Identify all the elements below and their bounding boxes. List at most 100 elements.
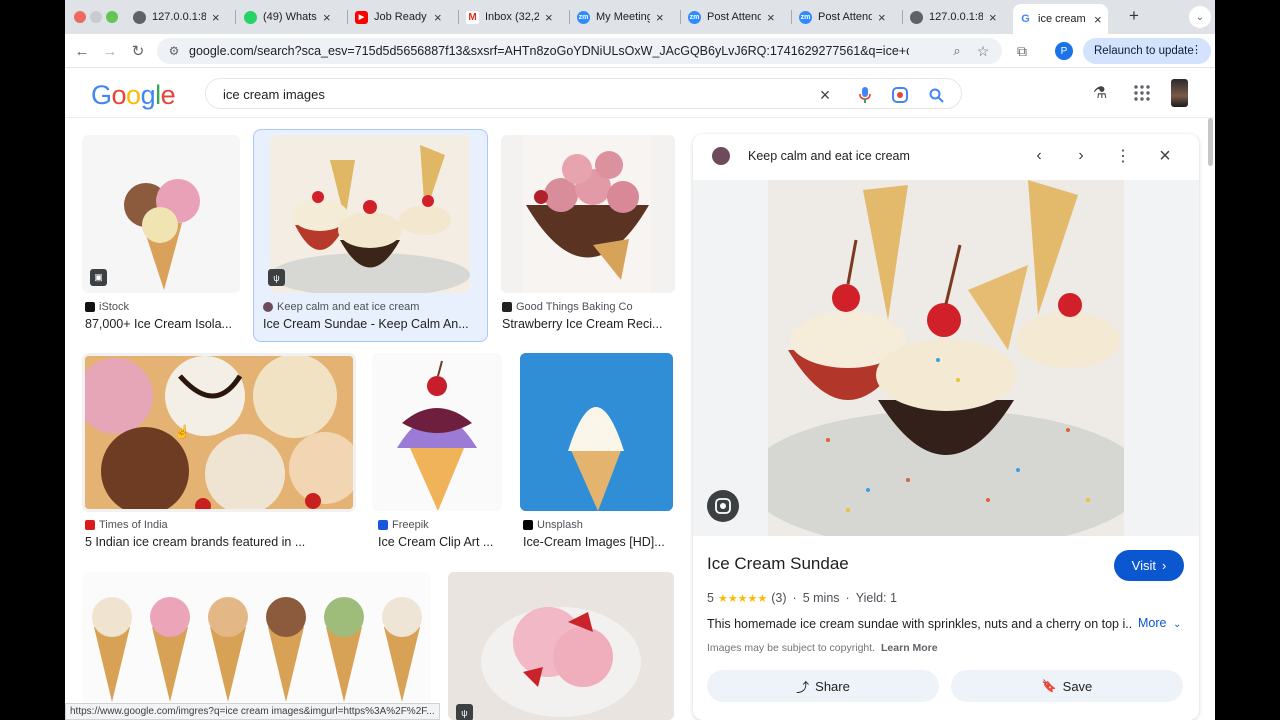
- recipe-fork-icon: ψ: [268, 269, 285, 286]
- lens-search-icon[interactable]: [707, 490, 739, 522]
- browser-tab[interactable]: M Inbox (32,2 ×: [460, 4, 559, 30]
- preview-image: [768, 180, 1124, 536]
- forward-arrow-icon[interactable]: →: [99, 40, 121, 62]
- close-tab-icon[interactable]: ×: [212, 10, 220, 25]
- close-tab-icon[interactable]: ×: [434, 10, 442, 25]
- zoom-lens-icon[interactable]: ⌕: [946, 40, 968, 62]
- save-button[interactable]: 🔖 Save: [951, 670, 1183, 702]
- url-text: google.com/search?sca_esv=715d5d5656887f…: [189, 44, 909, 58]
- browser-tab[interactable]: ▶ Job Ready ×: [349, 4, 448, 30]
- search-icon[interactable]: [926, 85, 946, 105]
- browser-tab[interactable]: 127.0.0.1:8 ×: [127, 4, 226, 30]
- labs-flask-icon[interactable]: ⚗: [1089, 82, 1111, 104]
- profile-avatar[interactable]: P: [1055, 42, 1073, 60]
- rating-stars: ★★★★★: [717, 592, 768, 605]
- istock-icon: [85, 302, 95, 312]
- result-thumbnail[interactable]: [448, 572, 674, 720]
- result-caption[interactable]: Ice Cream Clip Art ...: [378, 535, 502, 549]
- maximize-window-button[interactable]: [106, 11, 118, 23]
- close-tab-icon[interactable]: ×: [878, 10, 886, 25]
- extensions-icon[interactable]: ⧉: [1011, 40, 1033, 62]
- result-thumbnail[interactable]: ☝: [85, 356, 353, 509]
- relaunch-button[interactable]: Relaunch to update ⋮: [1083, 38, 1211, 64]
- result-thumbnail[interactable]: [270, 135, 470, 293]
- globe-icon: [910, 10, 923, 24]
- result-caption[interactable]: Strawberry Ice Cream Reci...: [502, 317, 672, 331]
- site-settings-icon[interactable]: ⚙: [163, 40, 185, 62]
- whatsapp-icon: [244, 10, 257, 24]
- copyright-note: Images may be subject to copyright. Lear…: [707, 642, 938, 654]
- close-tab-icon[interactable]: ×: [989, 10, 997, 25]
- tab-strip: 127.0.0.1:8 × (49) Whats × ▶ Job Ready ×…: [65, 0, 1215, 34]
- apps-grid-icon[interactable]: [1131, 82, 1153, 104]
- result-source: Good Things Baking Co: [502, 301, 633, 313]
- status-bar-url: https://www.google.com/imgres?q=ice crea…: [65, 703, 440, 720]
- search-box[interactable]: ice cream images ×: [205, 78, 962, 109]
- close-window-button[interactable]: [74, 11, 86, 23]
- chevron-right-icon: ›: [1161, 558, 1167, 573]
- result-source: iStock: [85, 301, 129, 313]
- panel-site-name[interactable]: Keep calm and eat ice cream: [748, 149, 910, 163]
- browser-toolbar: ← → ↻ ⚙ google.com/search?sca_esv=715d5d…: [65, 34, 1215, 68]
- close-panel-icon[interactable]: ×: [1155, 145, 1175, 167]
- site-favicon: [502, 302, 512, 312]
- search-input[interactable]: ice cream images: [223, 87, 325, 102]
- close-tab-icon[interactable]: ×: [323, 10, 331, 25]
- image-icon: ▣: [90, 269, 107, 286]
- recipe-meta: 5 ★★★★★ (3) · 5 mins · Yield: 1: [707, 591, 897, 605]
- preview-image-area[interactable]: [693, 180, 1199, 536]
- minimize-window-button[interactable]: [90, 11, 102, 23]
- result-caption[interactable]: Ice-Cream Images [HD]...: [523, 535, 673, 549]
- gmail-icon: M: [466, 10, 479, 24]
- recipe-fork-icon: ψ: [456, 704, 473, 720]
- more-vert-icon[interactable]: ⋮: [1113, 146, 1133, 166]
- voice-search-icon[interactable]: [855, 85, 875, 105]
- browser-tab[interactable]: (49) Whats ×: [238, 4, 337, 30]
- result-thumbnail[interactable]: [501, 135, 675, 293]
- close-tab-icon[interactable]: ×: [767, 10, 775, 25]
- lens-search-icon[interactable]: [890, 85, 910, 105]
- learn-more-link[interactable]: Learn More: [881, 642, 938, 654]
- result-caption[interactable]: 87,000+ Ice Cream Isola...: [85, 317, 240, 331]
- browser-tab-active[interactable]: G ice cream in ×: [1013, 4, 1108, 34]
- google-logo[interactable]: Google: [91, 80, 176, 111]
- result-source: Freepik: [378, 519, 429, 531]
- visit-button[interactable]: Visit ›: [1114, 550, 1184, 581]
- more-button[interactable]: More ⌄: [1138, 616, 1181, 630]
- image-preview-panel: Keep calm and eat ice cream ‹ › ⋮ × Ice …: [693, 134, 1199, 720]
- result-thumbnail[interactable]: [372, 353, 502, 511]
- result-caption[interactable]: Ice Cream Sundae - Keep Calm An...: [263, 317, 478, 331]
- reload-icon[interactable]: ↻: [127, 40, 149, 62]
- new-tab-button[interactable]: +: [1123, 5, 1145, 27]
- browser-tab[interactable]: 127.0.0.1:8 ×: [904, 4, 1003, 30]
- youtube-icon: ▶: [355, 10, 368, 24]
- site-favicon: [712, 147, 730, 165]
- account-avatar[interactable]: [1171, 79, 1188, 107]
- address-bar[interactable]: ⚙ google.com/search?sca_esv=715d5d565688…: [157, 38, 1002, 64]
- browser-tab[interactable]: zm My Meeting ×: [571, 4, 670, 30]
- mouse-cursor-icon: ☝: [174, 424, 191, 439]
- close-tab-icon[interactable]: ×: [545, 10, 553, 25]
- previous-chevron-icon[interactable]: ‹: [1029, 146, 1049, 166]
- unsplash-icon: [523, 520, 533, 530]
- site-favicon: [378, 520, 388, 530]
- tab-search-button[interactable]: ⌄: [1189, 6, 1211, 28]
- zoom-icon: zm: [688, 10, 701, 24]
- page-scrollbar[interactable]: [1208, 118, 1213, 166]
- result-thumbnail[interactable]: [520, 353, 673, 511]
- share-button[interactable]: ⤴ Share: [707, 670, 939, 702]
- result-thumbnail[interactable]: [82, 572, 431, 720]
- clear-search-icon[interactable]: ×: [815, 85, 835, 105]
- google-header: Google ice cream images × ⚗: [65, 68, 1215, 118]
- result-caption[interactable]: 5 Indian ice cream brands featured in ..…: [85, 535, 353, 549]
- zoom-icon: zm: [799, 10, 812, 24]
- browser-tab[interactable]: zm Post Attend ×: [682, 4, 781, 30]
- bookmark-star-icon[interactable]: ☆: [972, 40, 994, 62]
- bookmark-icon: 🔖: [1041, 679, 1057, 693]
- close-tab-icon[interactable]: ×: [1094, 12, 1102, 27]
- close-tab-icon[interactable]: ×: [656, 10, 664, 25]
- back-arrow-icon[interactable]: ←: [71, 40, 93, 62]
- next-chevron-icon[interactable]: ›: [1071, 146, 1091, 166]
- result-source: Keep calm and eat ice cream: [263, 301, 419, 313]
- browser-tab[interactable]: zm Post Attend ×: [793, 4, 892, 30]
